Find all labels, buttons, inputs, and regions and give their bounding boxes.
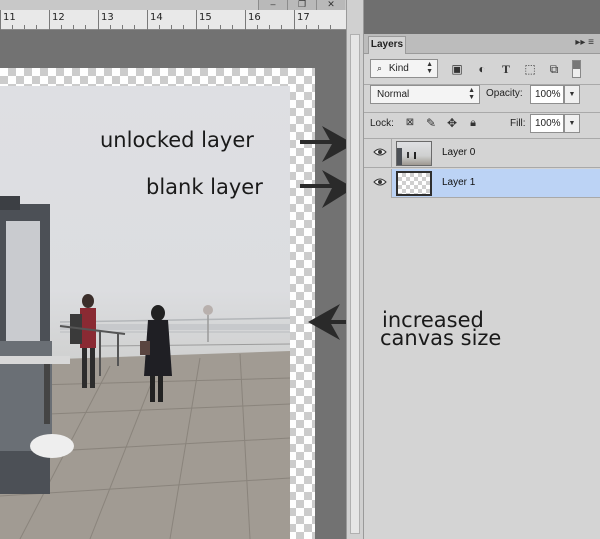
ruler-tick	[0, 10, 1, 30]
visibility-eye-icon[interactable]	[373, 147, 387, 157]
fill-input[interactable]: 100%	[530, 114, 564, 133]
ruler-label: 16	[248, 12, 261, 23]
opacity-label: Opacity:	[486, 88, 523, 99]
ruler-label: 12	[52, 12, 65, 23]
layer-thumbnail[interactable]	[396, 141, 432, 166]
ruler-tick	[245, 10, 246, 30]
ruler-tick	[147, 10, 148, 30]
filter-smartobject-icon[interactable]: ⧉	[546, 61, 562, 77]
layers-panel: Layers ▸▸ ≡ ⌕ Kind ▲ ▼ ▣ ◐ T ⬚ ⧉ Normal ▲…	[364, 34, 600, 539]
select-arrows-icon: ▲ ▼	[468, 87, 475, 101]
ruler-label: 14	[150, 12, 163, 23]
tab-layers[interactable]: Layers	[368, 36, 406, 54]
ruler-tick	[98, 10, 99, 30]
blend-row: Normal ▲ ▼ Opacity: 100% ▼	[364, 84, 600, 110]
panel-menu-icon[interactable]: ▸▸ ≡	[575, 37, 594, 48]
blend-mode-value: Normal	[377, 89, 410, 100]
minimize-button[interactable]: –	[258, 0, 287, 10]
document-vertical-scrollbar[interactable]	[346, 0, 364, 539]
lock-transparent-icon[interactable]: ⊠	[402, 115, 418, 131]
ruler-label: 17	[297, 12, 310, 23]
filter-adjustment-icon[interactable]: ◐	[474, 61, 490, 77]
layer-name[interactable]: Layer 1	[442, 177, 475, 188]
lock-row: Lock: ⊠ ✎ ✥ 🔒︎ Fill: 100% ▼	[364, 112, 600, 138]
filter-shape-icon[interactable]: ⬚	[522, 61, 538, 77]
arrow-to-layer0-icon	[300, 126, 346, 162]
layer-row-layer-0[interactable]: Layer 0	[364, 139, 600, 168]
foggy-platform-photo[interactable]	[0, 86, 290, 539]
photo-illustration	[0, 196, 290, 539]
document-window: – ❐ ✕ 11 12 13 14 15 16 17 unlocked laye…	[0, 0, 346, 539]
opacity-dropdown-icon[interactable]: ▼	[564, 85, 580, 104]
ruler-label: 13	[101, 12, 114, 23]
lock-all-icon[interactable]: 🔒︎	[465, 115, 481, 131]
layer-thumbnail-transparent[interactable]	[396, 171, 432, 196]
ruler-tick	[49, 10, 50, 30]
arrow-to-layer1-icon	[300, 170, 346, 208]
lock-brush-icon[interactable]: ✎	[423, 115, 439, 131]
ruler-label: 15	[199, 12, 212, 23]
filter-kind-label: Kind	[388, 63, 409, 74]
select-arrows-icon: ▲ ▼	[426, 61, 433, 75]
close-button[interactable]: ✕	[316, 0, 345, 10]
filter-toggle-switch[interactable]	[572, 60, 581, 78]
magnifier-icon: ⌕	[377, 63, 383, 73]
fill-dropdown-icon[interactable]: ▼	[564, 114, 580, 133]
ruler-tick	[196, 10, 197, 30]
ruler-label: 11	[3, 12, 16, 23]
layer-name[interactable]: Layer 0	[442, 147, 475, 158]
annotation-canvas-size: canvas size	[380, 326, 502, 350]
annotation-arrows	[300, 126, 346, 208]
annotation-unlocked-layer: unlocked layer	[100, 128, 254, 152]
filter-row: ⌕ Kind ▲ ▼ ▣ ◐ T ⬚ ⧉	[364, 54, 600, 84]
fill-label: Fill:	[510, 118, 526, 129]
window-controls: – ❐ ✕	[258, 0, 346, 10]
layer-row-layer-1[interactable]: Layer 1	[364, 169, 600, 198]
scrollbar-thumb[interactable]	[350, 34, 360, 534]
ruler-tick	[294, 10, 295, 30]
lock-move-icon[interactable]: ✥	[444, 115, 460, 131]
horizontal-ruler[interactable]: 11 12 13 14 15 16 17	[0, 10, 346, 30]
filter-pixel-icon[interactable]: ▣	[449, 61, 465, 77]
visibility-eye-icon[interactable]	[373, 177, 387, 187]
opacity-input[interactable]: 100%	[530, 85, 564, 104]
panel-tab-bar: Layers ▸▸ ≡	[364, 34, 600, 54]
filter-type-icon[interactable]: T	[498, 61, 514, 77]
restore-button[interactable]: ❐	[287, 0, 316, 10]
blend-mode-select[interactable]: Normal ▲ ▼	[370, 85, 480, 104]
filter-kind-select[interactable]: ⌕ Kind ▲ ▼	[370, 59, 438, 78]
lock-label: Lock:	[370, 118, 394, 129]
arrow-to-canvas-icon	[308, 304, 346, 340]
annotation-blank-layer: blank layer	[146, 175, 263, 199]
